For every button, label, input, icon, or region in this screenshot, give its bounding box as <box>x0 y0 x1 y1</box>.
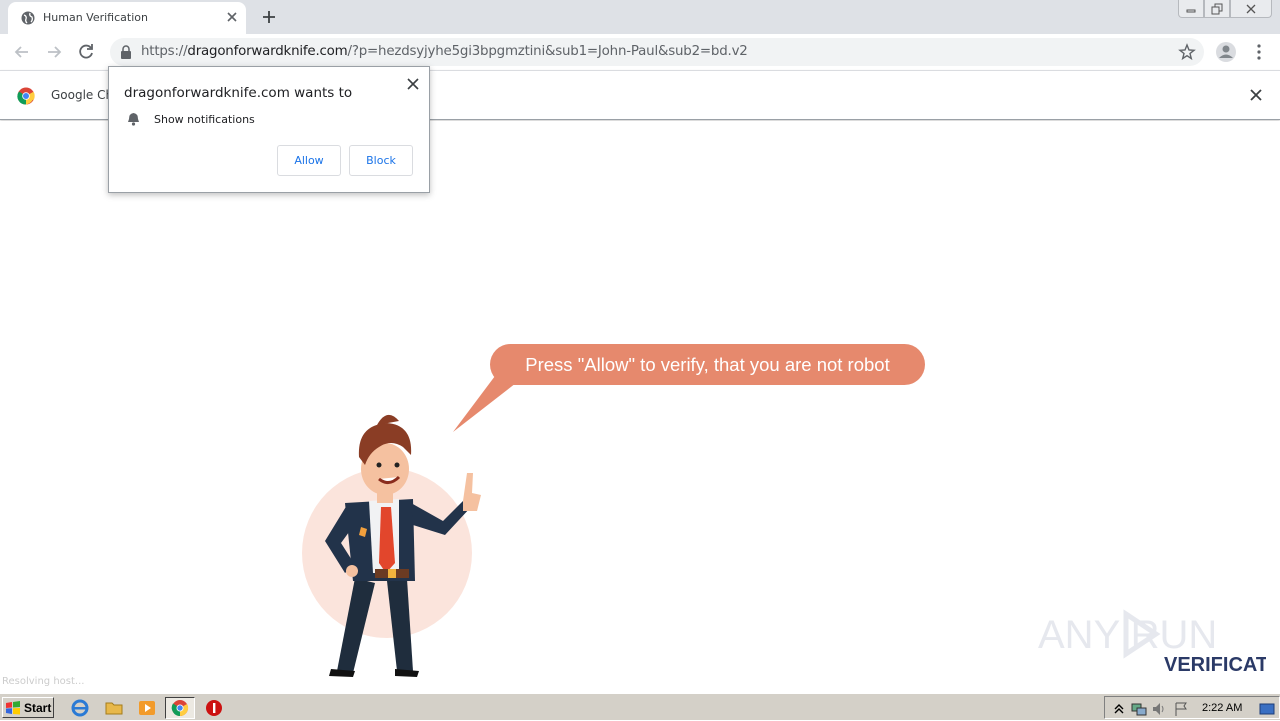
speech-bubble: Press "Allow" to verify, that you are no… <box>490 344 925 385</box>
internet-explorer-icon[interactable] <box>70 698 90 718</box>
windows-taskbar: Start 2:22 AM <box>0 693 1280 720</box>
restore-button[interactable] <box>1204 0 1230 18</box>
clock[interactable]: 2:22 AM <box>1202 702 1242 714</box>
show-desktop-icon[interactable] <box>1259 701 1275 717</box>
back-arrow-icon[interactable] <box>12 42 32 62</box>
bell-icon <box>128 113 139 126</box>
tab-close-icon[interactable] <box>224 9 240 25</box>
cartoon-man-illustration <box>302 414 481 677</box>
tab-title: Human Verification <box>43 11 148 24</box>
folder-icon[interactable] <box>104 698 124 718</box>
url-host: dragonforwardknife.com <box>187 44 348 59</box>
restore-icon <box>1211 3 1223 14</box>
network-icon[interactable] <box>1131 701 1147 717</box>
lock-icon[interactable] <box>120 45 132 59</box>
windows-logo-icon <box>6 700 20 714</box>
infobar-close-icon[interactable] <box>1249 88 1263 102</box>
chrome-logo-icon <box>17 87 35 105</box>
infobar-text: Google Ch <box>51 88 114 102</box>
block-button[interactable]: Block <box>349 145 413 176</box>
popup-close-icon[interactable] <box>406 77 420 91</box>
new-tab-icon[interactable] <box>259 7 279 27</box>
url-text[interactable]: https://dragonforwardknife.com/?p=hezdsy… <box>141 44 748 59</box>
status-hint: Resolving host... <box>2 676 85 687</box>
window-controls <box>1178 0 1272 18</box>
start-button[interactable]: Start <box>2 697 54 718</box>
browser-tab[interactable]: Human Verification <box>8 2 246 34</box>
globe-icon <box>21 11 35 25</box>
page-content: Press "Allow" to verify, that you are no… <box>0 121 1280 693</box>
speaker-icon[interactable] <box>1151 701 1167 717</box>
minimize-icon <box>1186 9 1196 12</box>
notification-permission-popup: dragonforwardknife.com wants to Show not… <box>108 66 430 193</box>
forward-arrow-icon[interactable] <box>44 42 64 62</box>
anyrun-watermark: ANY RUN VERIFICATION <box>1038 609 1266 676</box>
start-label: Start <box>24 700 52 715</box>
permission-heading: dragonforwardknife.com wants to <box>124 85 353 101</box>
minimize-button[interactable] <box>1178 0 1204 18</box>
url-path: /?p=hezdsyjyhe5gi3bpgmztini&sub1=John-Pa… <box>347 44 748 59</box>
chrome-taskbar-button[interactable] <box>165 697 195 719</box>
browser-toolbar: https://dragonforwardknife.com/?p=hezdsy… <box>0 34 1280 70</box>
chevron-up-icon[interactable] <box>1111 701 1127 717</box>
watermark-bottom-text: VERIFICATION <box>1164 654 1266 676</box>
address-bar[interactable]: https://dragonforwardknife.com/?p=hezdsy… <box>110 38 1204 66</box>
close-window-button[interactable] <box>1230 0 1272 18</box>
flag-icon[interactable] <box>1173 701 1189 717</box>
chrome-icon <box>171 700 189 717</box>
media-player-icon[interactable] <box>137 698 157 718</box>
bookmark-star-icon[interactable] <box>1178 43 1196 61</box>
more-menu-icon[interactable] <box>1250 42 1268 62</box>
profile-avatar-icon[interactable] <box>1215 41 1237 63</box>
stop-icon[interactable] <box>204 698 224 718</box>
system-tray: 2:22 AM <box>1104 696 1280 719</box>
close-icon <box>1246 4 1256 13</box>
tab-strip: Human Verification <box>0 0 1280 34</box>
allow-button[interactable]: Allow <box>277 145 341 176</box>
permission-text: Show notifications <box>154 113 255 126</box>
url-scheme: https:// <box>141 44 188 59</box>
reload-icon[interactable] <box>76 42 96 62</box>
